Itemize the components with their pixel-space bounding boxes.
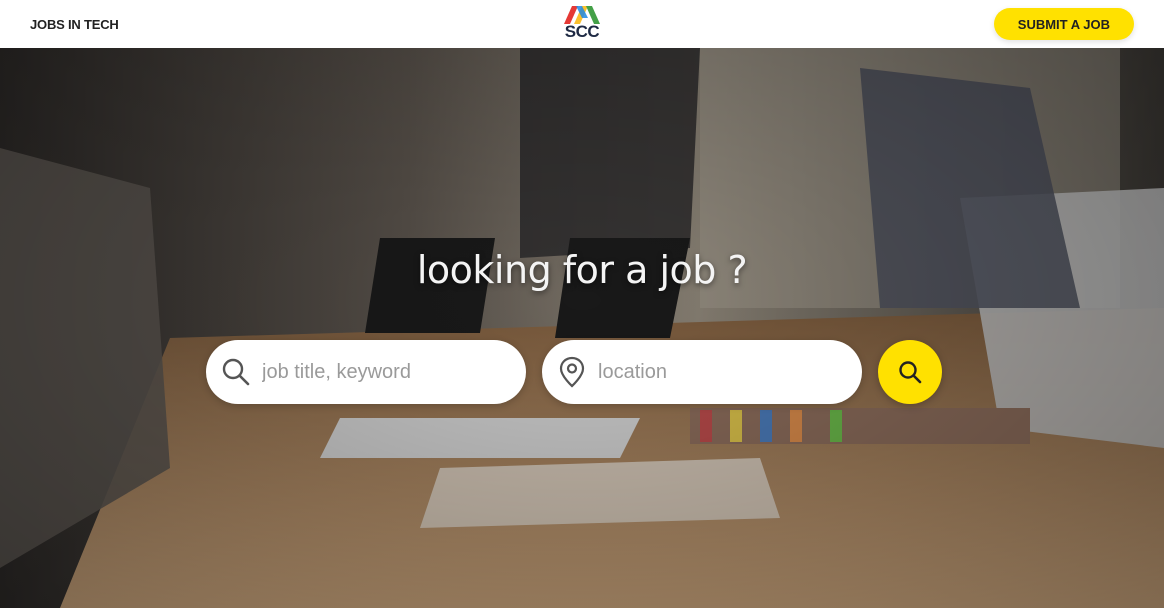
logo-mark-icon bbox=[564, 6, 600, 24]
submit-job-button[interactable]: SUBMIT A JOB bbox=[993, 8, 1134, 40]
search-submit-button[interactable] bbox=[878, 340, 942, 404]
keyword-field bbox=[206, 340, 526, 404]
search-icon bbox=[220, 356, 252, 388]
logo-text: SCC bbox=[564, 22, 600, 41]
jobs-in-tech-link[interactable]: JOBS IN TECH bbox=[30, 17, 119, 32]
map-pin-icon bbox=[556, 356, 588, 388]
keyword-input[interactable] bbox=[262, 360, 502, 384]
top-nav: JOBS IN TECH SCC SUBMIT A JOB bbox=[0, 0, 1164, 48]
hero-headline: looking for a job ? bbox=[416, 248, 748, 292]
location-field bbox=[542, 340, 862, 404]
location-input[interactable] bbox=[598, 360, 838, 384]
job-search-form bbox=[206, 340, 942, 404]
scc-logo[interactable]: SCC bbox=[561, 4, 603, 44]
hero-section: looking for a job ? bbox=[0, 48, 1164, 608]
search-icon bbox=[899, 361, 922, 384]
hero-overlay bbox=[0, 48, 1164, 608]
